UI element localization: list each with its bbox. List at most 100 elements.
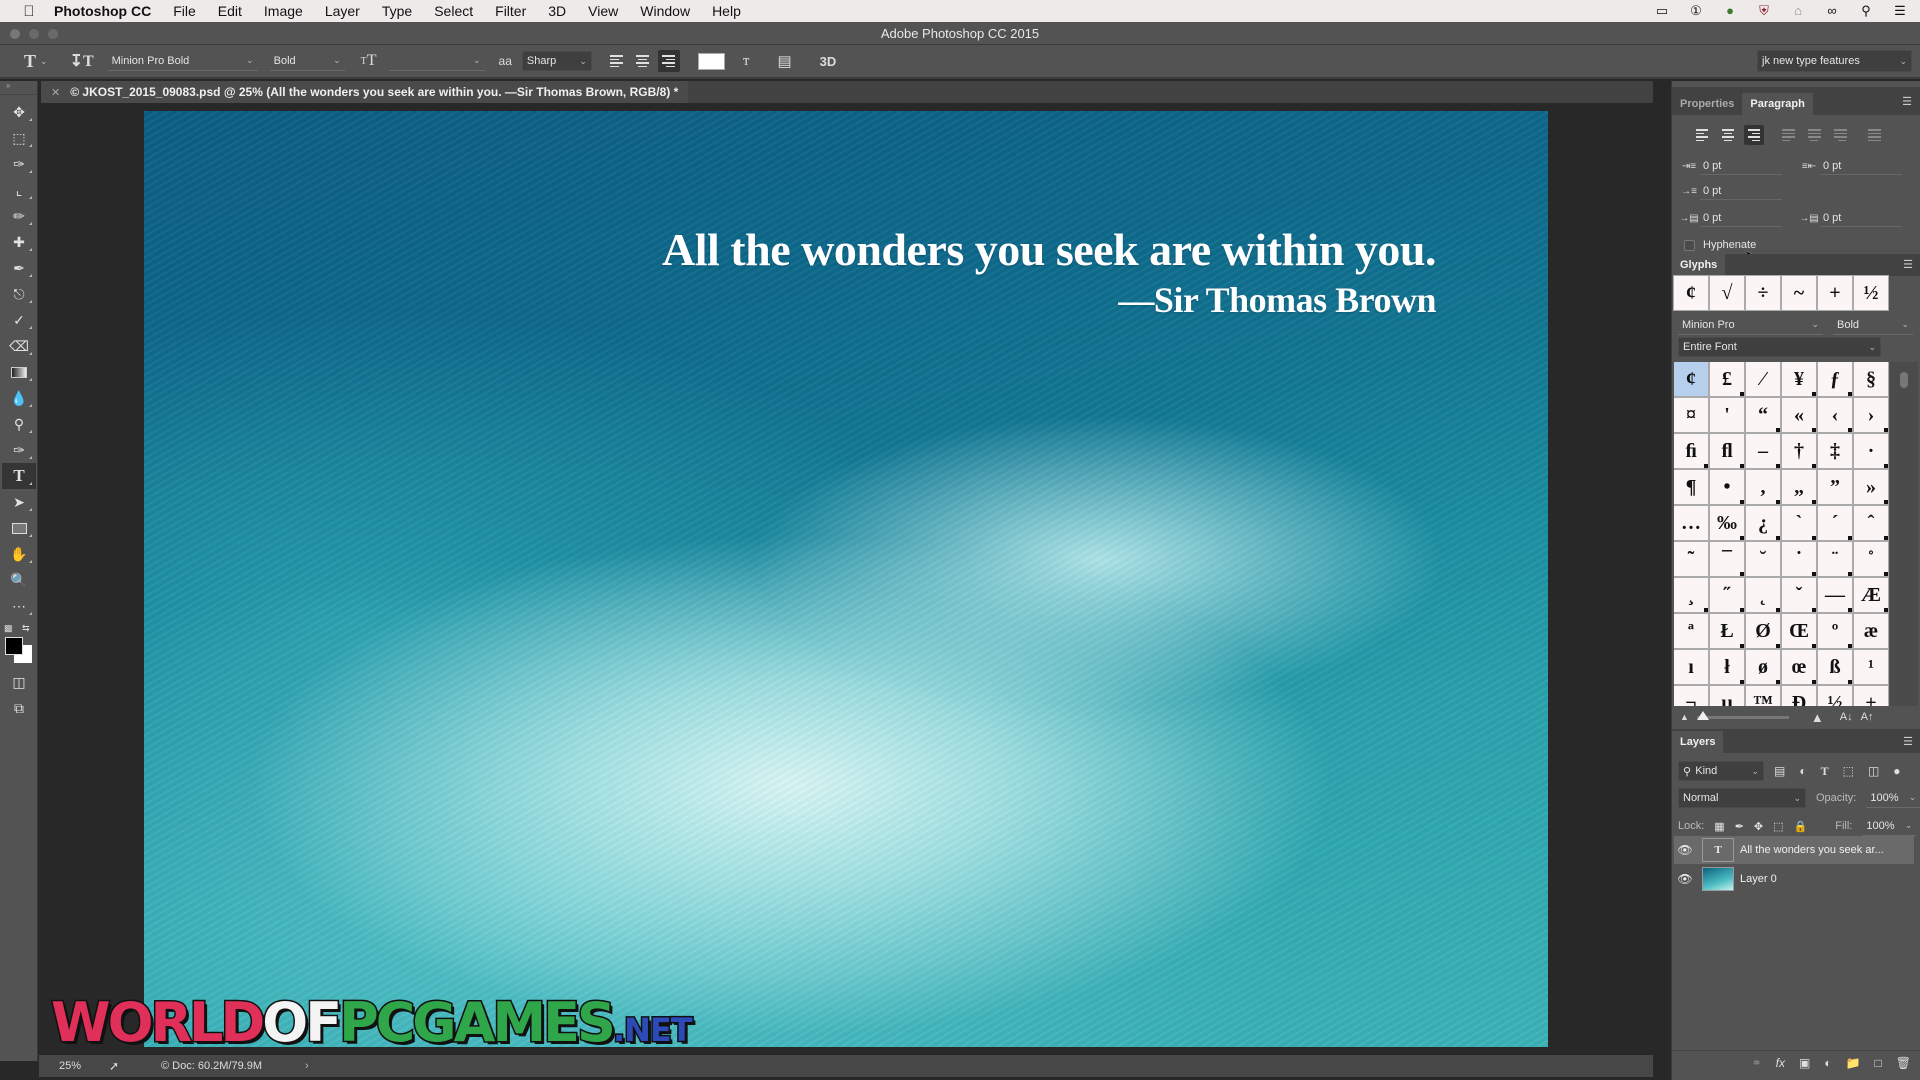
glyph-cell[interactable]: ¥	[1781, 362, 1817, 397]
brush-tool-icon[interactable]: ✒	[2, 255, 36, 281]
antialiasing-select[interactable]: Sharp ⌄	[521, 51, 592, 71]
gradient-tool-icon[interactable]	[2, 359, 36, 385]
workspace-select[interactable]: jk new type features ⌄	[1757, 50, 1912, 72]
foreground-color-swatch[interactable]	[5, 637, 23, 655]
canvas[interactable]: All the wonders you seek are within you.…	[144, 111, 1548, 1047]
glyph-cell[interactable]: •	[1709, 469, 1745, 505]
opacity-field[interactable]: 100% ⌄	[1866, 788, 1920, 808]
indent-first-line-field[interactable]: 0 pt	[1700, 183, 1782, 200]
glyph-cell[interactable]: „	[1781, 469, 1817, 505]
menu-help[interactable]: Help	[701, 3, 752, 19]
creative-cloud-icon[interactable]: ∞	[1822, 3, 1842, 19]
glyphs-font-select[interactable]: Minion Pro ⌄	[1678, 315, 1823, 335]
menu-image[interactable]: Image	[253, 3, 314, 19]
panel-menu-icon[interactable]: ☰	[1902, 95, 1912, 108]
glyph-cell[interactable]: ‚	[1745, 469, 1781, 505]
new-layer-icon[interactable]: □	[1875, 1056, 1882, 1070]
tab-layers[interactable]: Layers	[1672, 731, 1724, 753]
glyph-cell[interactable]: ˘	[1745, 541, 1781, 577]
clone-stamp-tool-icon[interactable]: ⎋	[2, 281, 36, 307]
recent-glyph[interactable]: +	[1817, 275, 1853, 311]
hyphenate-checkbox[interactable]	[1684, 239, 1695, 251]
notification-center-icon[interactable]: ☰	[1890, 3, 1910, 19]
add-mask-icon[interactable]: ▣	[1799, 1056, 1810, 1070]
menu-file[interactable]: File	[162, 3, 207, 19]
lock-image-pixels-icon[interactable]: ✒	[1735, 820, 1744, 833]
glyph-cell[interactable]: Œ	[1781, 613, 1817, 649]
document-tab[interactable]: ✕ © JKOST_2015_09083.psd @ 25% (All the …	[41, 81, 689, 103]
glyph-cell[interactable]: ¹	[1853, 649, 1889, 685]
align-right-button[interactable]	[657, 50, 680, 72]
para-align-right-button[interactable]	[1744, 125, 1764, 145]
display-icon[interactable]: ▭	[1652, 3, 1672, 19]
glyph-cell[interactable]: º	[1817, 613, 1853, 649]
share-icon[interactable]: ➚	[109, 1059, 149, 1073]
space-before-field[interactable]: 0 pt	[1700, 210, 1782, 227]
glyph-cell[interactable]: £	[1709, 362, 1745, 397]
new-group-icon[interactable]: 📁	[1846, 1056, 1861, 1070]
glyph-cell[interactable]: Ð	[1781, 685, 1817, 706]
pixel-layer-filter-icon[interactable]: ▤	[1774, 764, 1785, 779]
quick-selection-tool-icon[interactable]: ✑	[2, 151, 36, 177]
glyph-cell[interactable]: Ø	[1745, 613, 1781, 649]
delete-layer-icon[interactable]: 🗑	[1896, 1056, 1911, 1070]
lock-artboard-icon[interactable]: ⬚	[1773, 820, 1783, 833]
align-center-button[interactable]	[632, 50, 654, 72]
path-selection-tool-icon[interactable]: ➤	[2, 489, 36, 515]
collapse-toolbar-icon[interactable]: »	[0, 81, 37, 95]
align-left-button[interactable]	[606, 50, 628, 72]
type-layer-filter-icon[interactable]: T	[1821, 764, 1829, 779]
glyph-cell[interactable]: ƒ	[1817, 362, 1853, 397]
glyph-cell[interactable]: ™	[1745, 685, 1781, 706]
eraser-tool-icon[interactable]: ⌫	[2, 333, 36, 359]
close-tab-icon[interactable]: ✕	[51, 86, 60, 99]
layer-filter-kind-select[interactable]: ⚲ Kind ⌄	[1678, 761, 1764, 781]
menu-type[interactable]: Type	[371, 3, 423, 19]
glyph-cell[interactable]: ˙	[1781, 541, 1817, 577]
glyph-cell[interactable]: †	[1781, 433, 1817, 469]
zoom-window-button[interactable]	[48, 29, 58, 39]
glyph-cell[interactable]: ˜	[1674, 541, 1709, 577]
glyph-cell[interactable]: “	[1745, 397, 1781, 433]
menu-filter[interactable]: Filter	[484, 3, 537, 19]
glyph-cell[interactable]: ·	[1853, 433, 1889, 469]
status-menu-arrow[interactable]: ›	[305, 1060, 309, 1072]
character-paragraph-panels-icon[interactable]: ▤	[777, 52, 791, 70]
menu-select[interactable]: Select	[423, 3, 484, 19]
glyph-cell[interactable]: ª	[1674, 613, 1709, 649]
tab-glyphs[interactable]: Glyphs	[1672, 254, 1726, 276]
menu-3d[interactable]: 3D	[537, 3, 577, 19]
apple-menu-icon[interactable]: 	[20, 3, 38, 20]
toggle-text-orientation-icon[interactable]: ↧T	[70, 51, 94, 71]
lock-all-icon[interactable]: 🔒	[1794, 820, 1808, 833]
glyph-cell[interactable]: ˆ	[1853, 505, 1889, 541]
slider-knob[interactable]	[1696, 710, 1709, 720]
filter-toggle-icon[interactable]: ●	[1893, 764, 1900, 779]
hand-tool-icon[interactable]: ✋	[2, 541, 36, 567]
move-tool-icon[interactable]: ✥	[2, 99, 36, 125]
glyph-cell[interactable]: …	[1674, 505, 1709, 541]
type-tool-preset-icon[interactable]: T	[24, 51, 36, 72]
rectangle-tool-icon[interactable]	[2, 515, 36, 541]
healing-brush-tool-icon[interactable]: ✚	[2, 229, 36, 255]
text-layer-quote[interactable]: All the wonders you seek are within you.…	[662, 224, 1436, 324]
quick-mask-icon[interactable]: ◫	[2, 669, 36, 695]
justify-last-left-button[interactable]	[1778, 125, 1798, 145]
para-align-center-button[interactable]	[1718, 125, 1738, 145]
decrease-glyph-size-icon[interactable]: A↓	[1840, 711, 1853, 723]
shape-layer-filter-icon[interactable]: ⬚	[1843, 764, 1854, 779]
glyph-cell[interactable]: ‰	[1709, 505, 1745, 541]
glyph-cell[interactable]: ¤	[1674, 397, 1709, 433]
increase-glyph-size-icon[interactable]: A↑	[1861, 711, 1874, 723]
glyph-cell[interactable]: æ	[1853, 613, 1889, 649]
mcafee-icon[interactable]: ⛨	[1754, 3, 1774, 19]
glyph-cell[interactable]: ˚	[1853, 541, 1889, 577]
1password-icon[interactable]: ①	[1686, 3, 1706, 19]
glyph-cell[interactable]: ½	[1817, 685, 1853, 706]
glyph-cell[interactable]: ±	[1853, 685, 1889, 706]
glyph-cell[interactable]: —	[1817, 577, 1853, 613]
space-after-field[interactable]: 0 pt	[1820, 210, 1902, 227]
type-tool-icon[interactable]: T	[2, 463, 36, 489]
zoom-tool-icon[interactable]: 🔍	[2, 567, 36, 593]
layer-style-fx-icon[interactable]: fx	[1776, 1056, 1785, 1070]
